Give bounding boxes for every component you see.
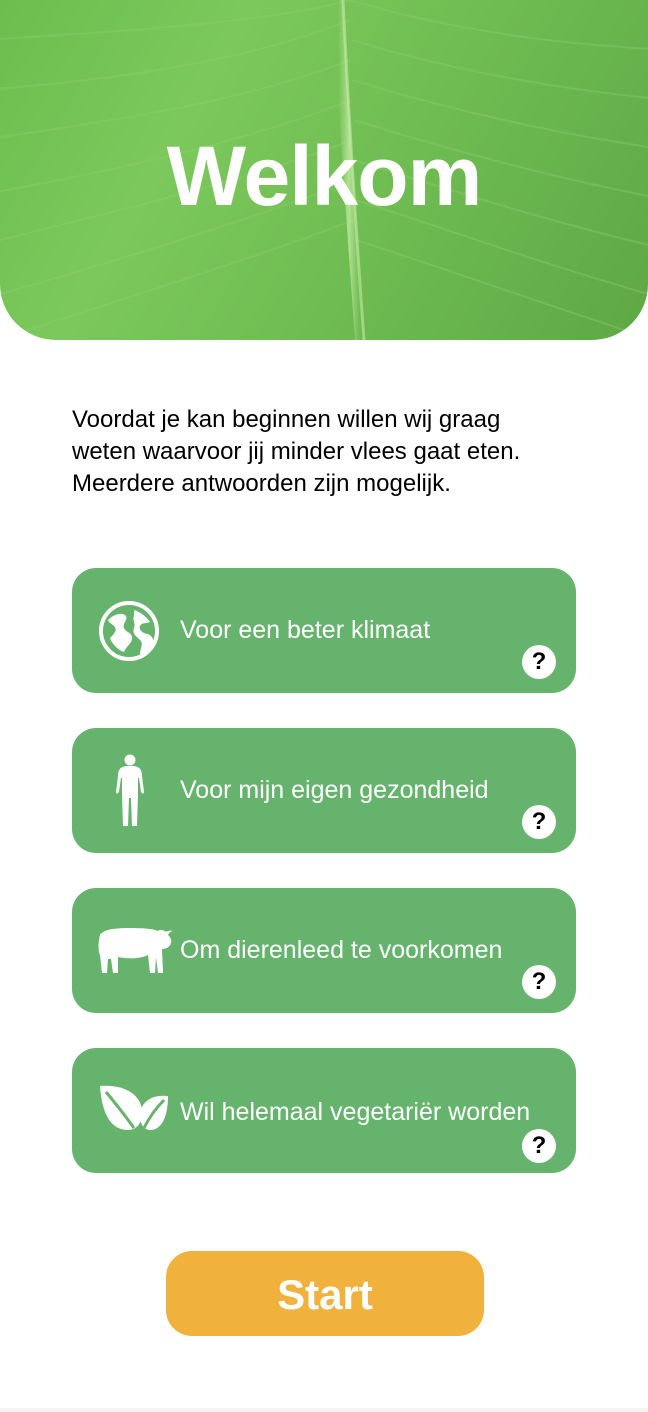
option-animal-welfare[interactable]: Om dierenleed te voorkomen ? bbox=[72, 888, 576, 1013]
cow-icon bbox=[94, 888, 176, 1013]
leaves-icon bbox=[96, 1048, 172, 1168]
intro-line: Voordat je kan beginnen willen wij graag bbox=[72, 406, 501, 433]
help-icon[interactable]: ? bbox=[522, 805, 556, 839]
option-vegetarian[interactable]: Wil helemaal vegetariër worden ? bbox=[72, 1048, 576, 1173]
reason-options-list: Voor een beter klimaat ? Voor mijn eigen… bbox=[72, 568, 576, 1208]
globe-icon bbox=[98, 568, 160, 693]
option-label: Wil helemaal vegetariër worden bbox=[180, 1098, 531, 1126]
page-title: Welkom bbox=[166, 129, 483, 223]
option-health[interactable]: Voor mijn eigen gezondheid ? bbox=[72, 728, 576, 853]
intro-line: Meerdere antwoorden zijn mogelijk. bbox=[72, 470, 451, 497]
help-icon[interactable]: ? bbox=[522, 1129, 556, 1163]
option-climate[interactable]: Voor een beter klimaat ? bbox=[72, 568, 576, 693]
hero-banner: Welkom bbox=[0, 0, 648, 340]
human-body-icon bbox=[110, 728, 150, 853]
option-label: Voor een beter klimaat bbox=[180, 616, 431, 644]
option-label: Om dierenleed te voorkomen bbox=[180, 936, 503, 964]
start-button[interactable]: Start bbox=[166, 1251, 484, 1336]
bottom-divider bbox=[0, 1408, 648, 1412]
intro-line: weten waarvoor jij minder vlees gaat ete… bbox=[72, 438, 521, 465]
option-label: Voor mijn eigen gezondheid bbox=[180, 776, 489, 804]
intro-text: Voordat je kan beginnen willen wij graag… bbox=[72, 404, 582, 500]
help-icon[interactable]: ? bbox=[522, 965, 556, 999]
help-icon[interactable]: ? bbox=[522, 645, 556, 679]
